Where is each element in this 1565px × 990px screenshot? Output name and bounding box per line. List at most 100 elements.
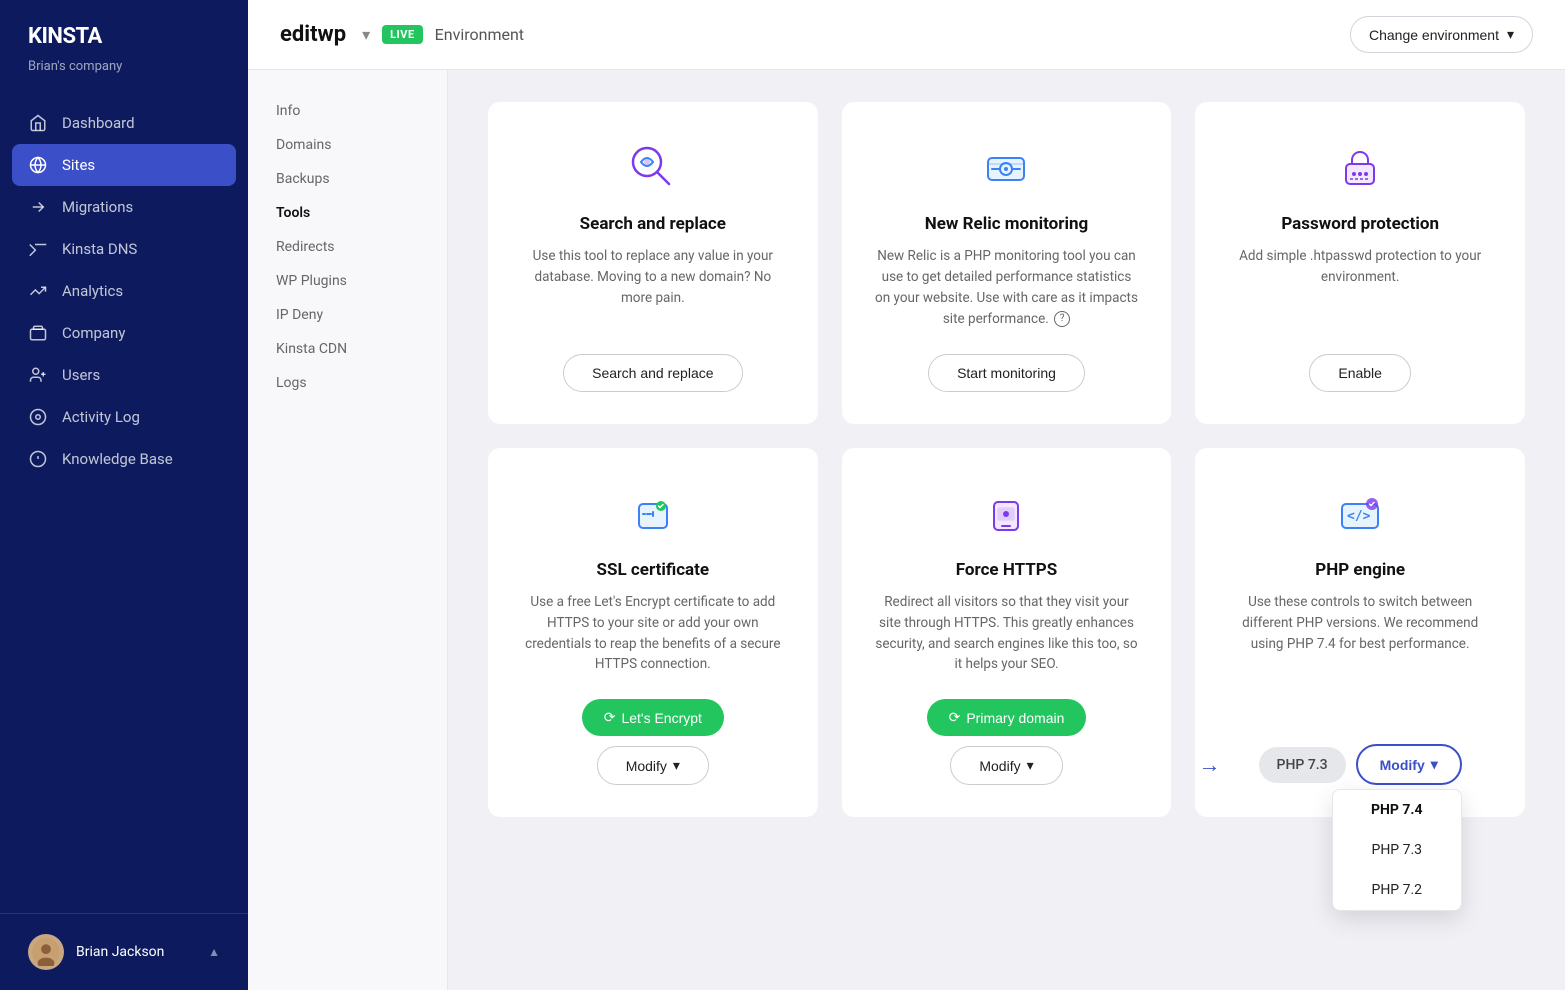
tool-actions: ⟳ Let's Encrypt Modify ▾ [520, 699, 786, 785]
sidebar-item-analytics[interactable]: Analytics [0, 270, 248, 312]
subnav-item-wp-plugins[interactable]: WP Plugins [248, 264, 447, 298]
sidebar-item-label: Kinsta DNS [62, 240, 137, 258]
tools-grid: Search and replace Use this tool to repl… [488, 102, 1525, 817]
tool-card-password: Password protection Add simple .htpasswd… [1195, 102, 1525, 424]
sidebar-item-label: Knowledge Base [62, 450, 173, 468]
sidebar-item-label: Analytics [62, 282, 123, 300]
subnav-item-logs[interactable]: Logs [248, 366, 447, 400]
tool-card-search-replace: Search and replace Use this tool to repl… [488, 102, 818, 424]
password-icon [1330, 138, 1390, 198]
tool-desc: Add simple .htpasswd protection to your … [1227, 246, 1493, 330]
user-menu-chevron[interactable]: ▲ [208, 945, 220, 959]
tool-title: SSL certificate [597, 560, 710, 580]
php-modify-button[interactable]: Modify ▾ [1356, 744, 1462, 785]
sidebar-item-label: Migrations [62, 198, 133, 216]
tool-desc: New Relic is a PHP monitoring tool you c… [874, 246, 1140, 330]
content-area: Info Domains Backups Tools Redirects WP … [248, 70, 1565, 990]
sidebar-item-label: Company [62, 324, 125, 342]
php-modify-chevron: ▾ [1431, 756, 1438, 773]
tool-desc: Redirect all visitors so that they visit… [874, 592, 1140, 676]
php-version-item-73[interactable]: PHP 7.3 [1333, 830, 1461, 870]
php-controls: → PHP 7.3 Modify ▾ PHP 7.4 PHP 7.3 PHP 7… [1259, 744, 1462, 785]
php-version-dropdown: PHP 7.4 PHP 7.3 PHP 7.2 [1332, 789, 1462, 911]
tool-desc: Use these controls to switch between dif… [1227, 592, 1493, 721]
tool-actions: ⟳ Primary domain Modify ▾ [874, 699, 1140, 785]
sidebar-footer[interactable]: Brian Jackson ▲ [0, 913, 248, 990]
ssl-icon [623, 484, 683, 544]
logo-text: KINSTA [28, 24, 220, 49]
new-relic-icon [976, 138, 1036, 198]
svg-text:</>: </> [1347, 509, 1371, 524]
modify-chevron: ▾ [673, 757, 680, 774]
subnav-item-kinsta-cdn[interactable]: Kinsta CDN [248, 332, 447, 366]
sidebar-item-label: Dashboard [62, 114, 135, 132]
migrations-icon [28, 197, 48, 217]
tool-title: Force HTTPS [956, 560, 1057, 580]
subnav-item-domains[interactable]: Domains [248, 128, 447, 162]
globe-icon [28, 155, 48, 175]
env-badge: LIVE [382, 25, 423, 44]
lets-encrypt-button[interactable]: ⟳ Let's Encrypt [582, 699, 724, 736]
activity-icon [28, 407, 48, 427]
change-env-chevron: ▾ [1507, 26, 1514, 43]
sidebar-item-migrations[interactable]: Migrations [0, 186, 248, 228]
sidebar-item-label: Activity Log [62, 408, 140, 426]
sidebar-company: Brian's company [0, 57, 248, 94]
env-label: Environment [435, 25, 524, 44]
tool-desc: Use a free Let's Encrypt certificate to … [520, 592, 786, 676]
sidebar-item-users[interactable]: Users [0, 354, 248, 396]
sidebar-item-knowledge-base[interactable]: Knowledge Base [0, 438, 248, 480]
sidebar-item-kinsta-dns[interactable]: Kinsta DNS [0, 228, 248, 270]
https-modify-button[interactable]: Modify ▾ [950, 746, 1062, 785]
tools-area: Search and replace Use this tool to repl… [448, 70, 1565, 990]
subnav-item-tools[interactable]: Tools [248, 196, 447, 230]
site-dropdown-chevron[interactable]: ▾ [362, 25, 370, 44]
tool-desc: Use this tool to replace any value in yo… [520, 246, 786, 330]
avatar [28, 934, 64, 970]
tool-title: New Relic monitoring [925, 214, 1088, 234]
help-icon[interactable]: ? [1054, 311, 1070, 327]
sidebar-item-company[interactable]: Company [0, 312, 248, 354]
sidebar: KINSTA Brian's company Dashboard Sites M… [0, 0, 248, 990]
sidebar-item-label: Sites [62, 156, 95, 174]
tool-actions: → PHP 7.3 Modify ▾ PHP 7.4 PHP 7.3 PHP 7… [1227, 744, 1493, 785]
php-version-item-74[interactable]: PHP 7.4 [1333, 790, 1461, 830]
tool-card-force-https: Force HTTPS Redirect all visitors so tha… [842, 448, 1172, 818]
analytics-icon [28, 281, 48, 301]
site-name: editwp [280, 22, 346, 47]
sidebar-logo: KINSTA [0, 0, 248, 57]
start-monitoring-button[interactable]: Start monitoring [928, 354, 1085, 392]
subnav-item-redirects[interactable]: Redirects [248, 230, 447, 264]
enable-button[interactable]: Enable [1309, 354, 1411, 392]
tool-title: Password protection [1281, 214, 1439, 234]
sidebar-item-dashboard[interactable]: Dashboard [0, 102, 248, 144]
home-icon [28, 113, 48, 133]
tool-card-php: </> PHP engine Use these controls to swi… [1195, 448, 1525, 818]
subnav-item-ip-deny[interactable]: IP Deny [248, 298, 447, 332]
subnav-item-backups[interactable]: Backups [248, 162, 447, 196]
ssl-modify-button[interactable]: Modify ▾ [597, 746, 709, 785]
php-icon: </> [1330, 484, 1390, 544]
current-php-badge: PHP 7.3 [1259, 747, 1346, 783]
search-replace-button[interactable]: Search and replace [563, 354, 742, 392]
sidebar-item-label: Users [62, 366, 100, 384]
php-arrow-indicator: → [1199, 752, 1221, 778]
tool-card-new-relic: New Relic monitoring New Relic is a PHP … [842, 102, 1172, 424]
main-content: editwp ▾ LIVE Environment Change environ… [248, 0, 1565, 990]
tool-actions: Enable [1227, 354, 1493, 392]
company-icon [28, 323, 48, 343]
subnav-item-info[interactable]: Info [248, 94, 447, 128]
search-replace-icon [623, 138, 683, 198]
change-environment-button[interactable]: Change environment ▾ [1350, 16, 1533, 53]
sidebar-nav: Dashboard Sites Migrations Kinsta DNS [0, 94, 248, 913]
force-https-icon [976, 484, 1036, 544]
tool-actions: Search and replace [520, 354, 786, 392]
tool-title: Search and replace [580, 214, 726, 234]
sidebar-item-activity-log[interactable]: Activity Log [0, 396, 248, 438]
topbar: editwp ▾ LIVE Environment Change environ… [248, 0, 1565, 70]
php-version-item-72[interactable]: PHP 7.2 [1333, 870, 1461, 910]
sidebar-item-sites[interactable]: Sites [12, 144, 236, 186]
primary-domain-button[interactable]: ⟳ Primary domain [927, 699, 1087, 736]
users-icon [28, 365, 48, 385]
dns-icon [28, 239, 48, 259]
